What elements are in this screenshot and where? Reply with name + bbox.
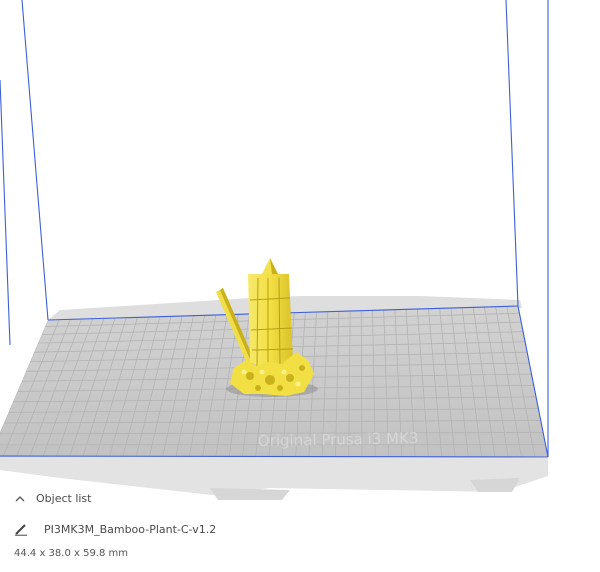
pencil-icon[interactable] xyxy=(14,522,28,536)
3d-viewport[interactable]: Original Prusa i3 MK3 xyxy=(0,0,600,568)
object-list-item[interactable]: PI3MK3M_Bamboo-Plant-C-v1.2 xyxy=(14,522,216,536)
object-list-panel: Object list PI3MK3M_Bamboo-Plant-C-v1.2 … xyxy=(0,486,600,568)
object-dimensions: 44.4 x 38.0 x 59.8 mm xyxy=(14,548,128,559)
object-list-title: Object list xyxy=(36,492,91,505)
plate-watermark: Original Prusa i3 MK3 xyxy=(258,429,419,450)
object-list-header[interactable]: Object list xyxy=(14,492,91,505)
chevron-up-icon[interactable] xyxy=(14,493,26,505)
object-name: PI3MK3M_Bamboo-Plant-C-v1.2 xyxy=(44,523,216,536)
